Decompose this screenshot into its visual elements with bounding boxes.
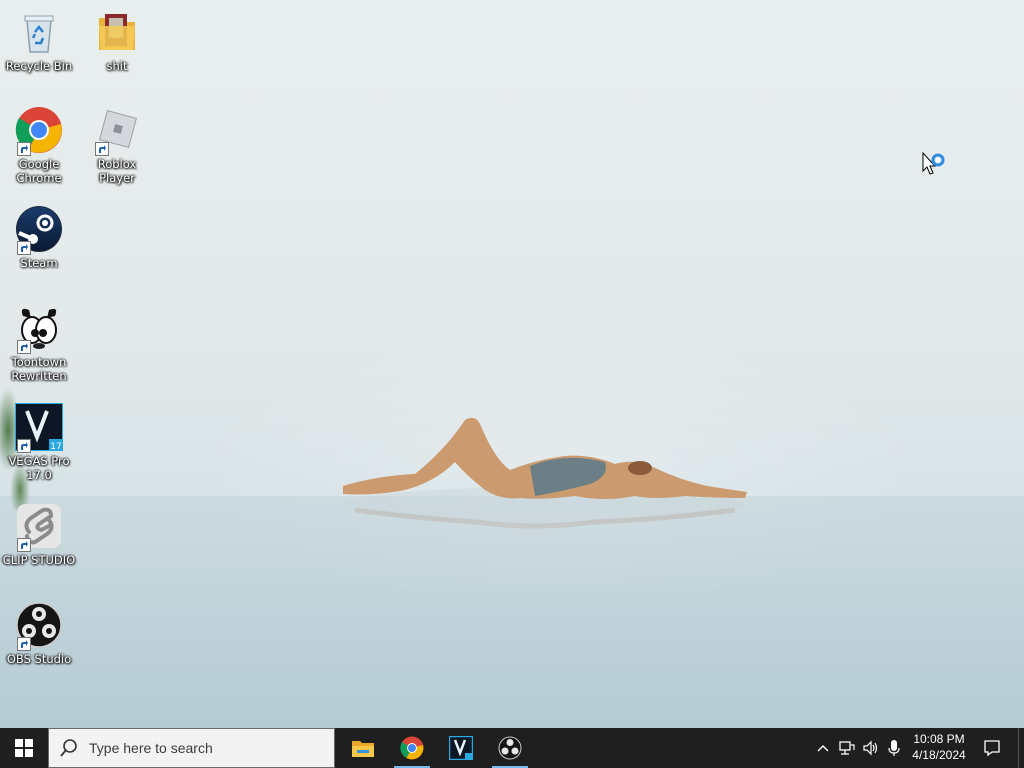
desktop-icon-steam[interactable]: Steam <box>0 205 78 270</box>
chevron-up-icon <box>817 745 829 752</box>
microphone-icon <box>888 740 900 756</box>
start-button[interactable] <box>0 728 48 768</box>
wallpaper-figure <box>343 417 747 529</box>
desktop-icon-label: CLIP STUDIO <box>2 553 76 567</box>
desktop-icon-obs-studio[interactable]: OBS Studio <box>0 601 78 666</box>
taskbar-search-box[interactable]: Type here to search <box>48 728 335 768</box>
desktop-icon-label: shit <box>106 59 128 73</box>
obs-icon <box>15 601 63 651</box>
windows-logo-icon <box>15 739 33 757</box>
taskbar-clock[interactable]: 10:08 PM 4/18/2024 <box>900 728 978 768</box>
vegas-pro-icon <box>449 736 473 760</box>
obs-icon <box>498 736 522 760</box>
taskbar-file-explorer[interactable] <box>343 728 383 768</box>
volume-icon <box>863 740 878 756</box>
steam-icon <box>15 205 63 255</box>
taskbar-vegas-pro[interactable] <box>441 728 481 768</box>
tray-show-hidden-icons[interactable] <box>812 728 834 768</box>
folder-icon <box>93 8 141 56</box>
desktop-icon-label: OBS Studio <box>6 652 72 666</box>
taskbar-chrome[interactable] <box>392 728 432 768</box>
toontown-icon <box>15 304 63 354</box>
chrome-icon <box>15 106 63 156</box>
action-center-button[interactable] <box>978 728 1006 768</box>
clip-studio-icon <box>15 502 63 552</box>
desktop-icon-recycle-bin[interactable]: Recycle Bin <box>0 8 78 73</box>
desktop-icon-toontown-rewritten[interactable]: Toontown Rewritten <box>0 304 78 383</box>
recycle-bin-icon <box>15 8 63 56</box>
search-icon <box>60 739 77 757</box>
vegas-pro-icon: 17 <box>14 402 64 453</box>
desktop-icon-vegas-pro[interactable]: 17 VEGAS Pro 17.0 <box>0 402 78 482</box>
taskbar: Type here to search 10:08 PM 4/18/2024 <box>0 728 1024 768</box>
notification-icon <box>984 740 1000 757</box>
desktop-icon-label: VEGAS Pro 17.0 <box>8 454 70 482</box>
shortcut-arrow-icon <box>17 340 31 354</box>
taskbar-obs-studio[interactable] <box>490 728 530 768</box>
shortcut-arrow-icon <box>17 241 31 255</box>
desktop-icon-folder-shit[interactable]: shit <box>78 8 156 73</box>
desktop-icon-label: Recycle Bin <box>5 59 73 73</box>
clock-time: 10:08 PM <box>913 732 965 746</box>
shortcut-arrow-icon <box>95 142 109 156</box>
desktop-icon-google-chrome[interactable]: Google Chrome <box>0 106 78 185</box>
search-placeholder: Type here to search <box>89 740 213 756</box>
desktop-icon-clip-studio[interactable]: CLIP STUDIO <box>0 502 78 567</box>
tray-network[interactable] <box>836 728 858 768</box>
network-icon <box>839 741 855 755</box>
show-desktop-button[interactable] <box>1018 728 1024 768</box>
desktop-icon-label: Roblox Player <box>97 157 137 185</box>
svg-text:17: 17 <box>50 442 61 451</box>
tray-volume[interactable] <box>860 728 882 768</box>
desktop-icon-roblox-player[interactable]: Roblox Player <box>78 106 156 185</box>
chrome-icon <box>400 736 424 760</box>
desktop-icon-label: Google Chrome <box>16 157 62 185</box>
desktop-icon-label: Steam <box>20 256 58 270</box>
roblox-icon <box>93 106 141 156</box>
shortcut-arrow-icon <box>17 637 31 651</box>
shortcut-arrow-icon <box>17 439 31 453</box>
busy-cursor-icon <box>922 152 945 175</box>
desktop-icon-label: Toontown Rewritten <box>11 355 67 383</box>
shortcut-arrow-icon <box>17 538 31 552</box>
clock-date: 4/18/2024 <box>912 748 966 762</box>
shortcut-arrow-icon <box>17 142 31 156</box>
file-explorer-icon <box>352 741 374 757</box>
